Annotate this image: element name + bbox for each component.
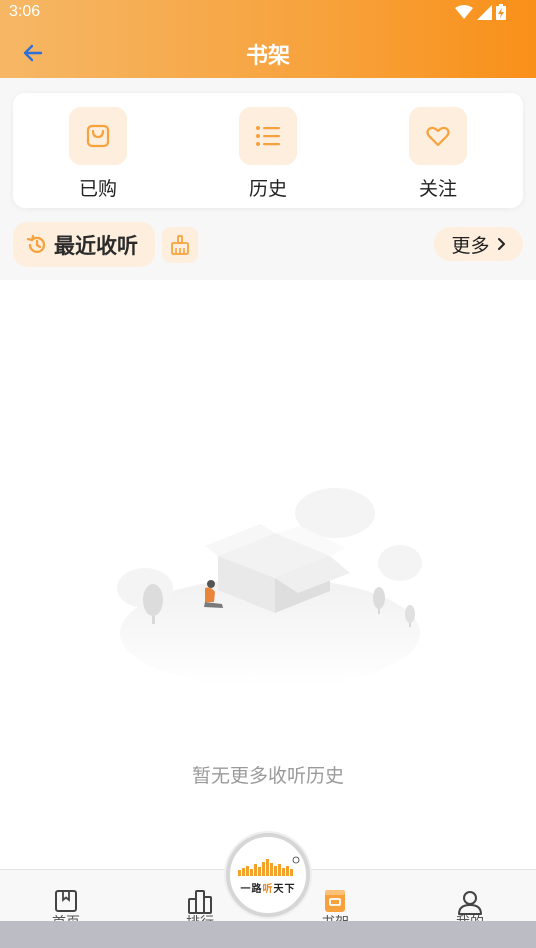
app-header: 3:06 书架 [0, 0, 536, 78]
system-nav-bar [0, 921, 536, 948]
history-icon [26, 234, 46, 253]
more-button[interactable]: 更多 [434, 227, 523, 261]
history-icon-box [239, 107, 297, 165]
ranking-bars-icon [188, 890, 212, 914]
empty-message: 暂无更多收听历史 [191, 766, 344, 787]
bookmark-book-icon [55, 890, 77, 912]
purchased-button[interactable]: 已购 [48, 107, 148, 201]
shopping-bag-icon [86, 124, 110, 148]
purchased-icon-box [69, 107, 127, 165]
follow-icon-box [409, 107, 467, 165]
broom-icon [171, 235, 189, 255]
user-icon [458, 891, 482, 915]
history-label: 历史 [248, 179, 287, 200]
recent-title: 最近收听 [54, 234, 138, 258]
empty-box-illustration [117, 488, 422, 688]
more-label: 更多 [451, 235, 490, 257]
chevron-right-icon [497, 238, 505, 250]
page-title: 书架 [245, 43, 290, 68]
equalizer-logo-icon [238, 856, 300, 876]
signal-icon [477, 4, 492, 20]
logo-text: 一路听天下 [241, 880, 296, 895]
logo-text-highlight: 听 [262, 883, 274, 895]
logo-text-part2: 天下 [273, 883, 296, 895]
battery-charging-icon [496, 4, 506, 20]
tab-profile[interactable]: 我的 [430, 870, 510, 922]
recent-section-header: 最近收听 [13, 222, 155, 267]
follow-button[interactable]: 关注 [388, 107, 488, 201]
status-icons [455, 4, 506, 20]
follow-label: 关注 [418, 179, 457, 200]
wifi-icon [455, 4, 473, 19]
quick-actions-card: 已购 历史 关注 [13, 93, 523, 208]
status-time: 3:06 [9, 3, 41, 20]
tab-home[interactable]: 首页 [26, 870, 106, 922]
clear-history-button[interactable] [162, 227, 198, 263]
list-icon [256, 126, 280, 146]
center-logo-button[interactable]: 一路听天下 [226, 833, 310, 917]
status-bar: 3:06 [0, 0, 536, 26]
logo-text-part1: 一路 [240, 883, 263, 895]
history-button[interactable]: 历史 [218, 107, 318, 201]
heart-icon [426, 126, 450, 147]
purchased-label: 已购 [78, 179, 117, 200]
bookshelf-icon [325, 890, 345, 912]
